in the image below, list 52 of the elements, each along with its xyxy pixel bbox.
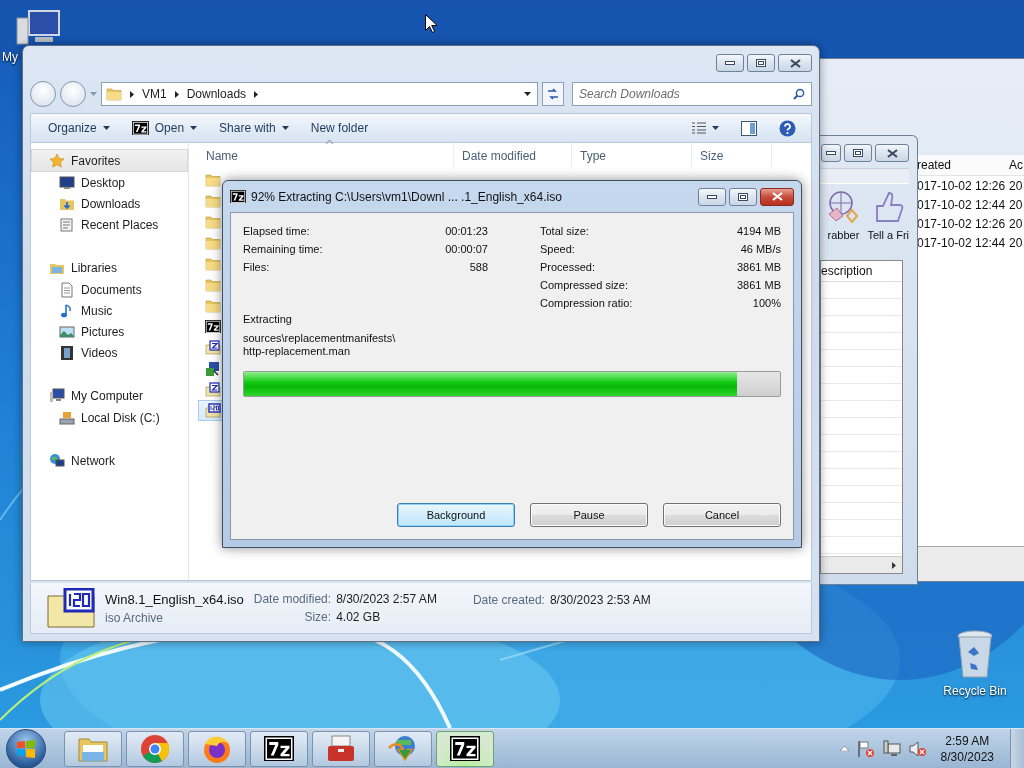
clock-date: 8/30/2023: [940, 749, 994, 764]
clock-time: 2:59 AM: [945, 733, 990, 748]
file-path: sources\replacementmanifests\: [243, 332, 397, 345]
detail-value: 8/30/2023 2:53 AM: [549, 593, 651, 607]
table-cell-text: 017-10-02 12:44: [917, 197, 1007, 212]
file-name: Win8.1_English_x64.iso: [105, 591, 244, 607]
nav-item-label: Downloads: [81, 196, 141, 211]
nav-item-label: Documents: [81, 282, 142, 297]
nav-item-label: Local Disk (C:): [81, 410, 160, 425]
nav-item-label: Music: [81, 303, 113, 318]
table-cell: 20: [1009, 178, 1024, 193]
nav-item-label: Videos: [81, 345, 118, 360]
table-cell-text: 017-10-02 12:26: [917, 178, 1007, 193]
nav-item-label: Pictures: [81, 324, 125, 339]
table-cell: 20: [1009, 216, 1024, 231]
stat-value: 4194 MB: [736, 225, 781, 237]
table-cell-text: 017-10-02 12:44: [917, 235, 1007, 250]
detail-label: Date modified:: [253, 592, 332, 606]
stat-value: 3861 MB: [736, 279, 781, 291]
nav-group-label: Favorites: [71, 153, 121, 168]
nav-group-label: Libraries: [71, 260, 118, 275]
stat-value: 00:00:07: [445, 243, 488, 255]
detail-label: Size:: [303, 610, 332, 624]
stat-label: Remaining time:: [243, 243, 324, 255]
nav-item-label: Desktop: [81, 175, 126, 190]
nav-item-label: Recent Places: [81, 217, 159, 232]
stat-label: Compression ratio:: [540, 297, 634, 309]
window-title: 92% Extracting C:\Users\vm1\Downl ... .1_English_x64.iso: [251, 189, 563, 204]
stat-label: Elapsed time:: [243, 225, 311, 237]
desktop-icon-label: Recycle Bin: [943, 684, 1007, 698]
stat-value: 3861 MB: [736, 261, 781, 273]
nav-group-label: Network: [71, 453, 115, 468]
desktop-icon-label: My: [2, 50, 18, 64]
status-label: Extracting: [243, 312, 293, 327]
file-type: iso Archive: [105, 610, 165, 625]
file-path: http-replacement.man: [243, 345, 351, 358]
stat-label: Files:: [243, 261, 271, 273]
detail-value: 4.02 GB: [336, 610, 382, 624]
stat-label: Processed:: [540, 261, 597, 273]
stat-label: Speed:: [540, 243, 576, 255]
stat-value: 00:01:23: [445, 225, 488, 237]
stat-label: Total size:: [540, 225, 590, 237]
nav-group-label: My Computer: [71, 388, 144, 403]
detail-value: 8/30/2023 2:57 AM: [336, 592, 437, 606]
table-cell: 20: [1009, 197, 1024, 212]
stat-value: 588: [468, 261, 488, 273]
stat-label: Compressed size:: [540, 279, 630, 291]
stat-value: 46 MB/s: [739, 243, 781, 255]
table-cell-text: 017-10-02 12:26: [917, 216, 1007, 231]
detail-label: Date created:: [472, 593, 545, 607]
table-cell: 20: [1009, 235, 1024, 250]
stat-value: 100%: [751, 297, 781, 309]
